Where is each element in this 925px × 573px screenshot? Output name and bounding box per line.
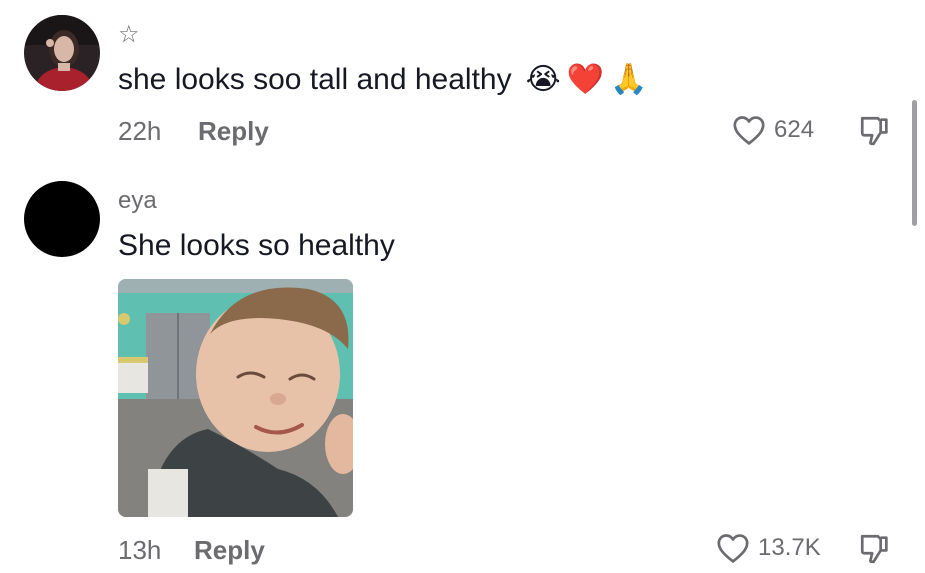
username[interactable]: eya xyxy=(118,187,157,215)
dislike-button[interactable] xyxy=(858,532,892,571)
like-button[interactable]: 624 xyxy=(732,114,814,146)
avatar[interactable] xyxy=(24,181,100,257)
avatar-photo xyxy=(24,15,100,91)
dislike-button[interactable] xyxy=(858,114,892,153)
like-count: 13.7K xyxy=(758,534,821,561)
like-count: 624 xyxy=(774,116,815,143)
comment-text: She looks so healthy xyxy=(118,229,395,263)
thumbs-down-icon xyxy=(860,116,888,146)
comment-text-body: she looks soo tall and healthy xyxy=(118,62,512,96)
thumbs-down-icon xyxy=(860,534,888,564)
comment-text: she looks soo tall and healthy 😭 ❤️ 🙏 xyxy=(118,62,647,97)
reply-button[interactable]: Reply xyxy=(194,535,265,566)
avatar[interactable] xyxy=(24,15,100,91)
heart-icon xyxy=(733,116,765,145)
child-photo xyxy=(118,279,353,517)
heart-icon xyxy=(717,534,749,563)
like-button[interactable]: 13.7K xyxy=(716,532,821,564)
comment-image[interactable] xyxy=(118,279,353,517)
folded-hands-emoji: 🙏 xyxy=(610,63,648,96)
comment-text-body: She looks so healthy xyxy=(118,229,395,262)
crying-face-emoji: 😭 xyxy=(525,63,561,96)
comment-timestamp: 13h xyxy=(118,535,162,565)
comment-timestamp: 22h xyxy=(118,116,162,146)
reply-button[interactable]: Reply xyxy=(198,116,269,147)
red-heart-emoji: ❤️ xyxy=(566,63,605,96)
comment-item: ☆ she looks soo tall and healthy 😭 ❤️ 🙏 … xyxy=(0,0,925,160)
username[interactable]: ☆ xyxy=(118,20,140,49)
